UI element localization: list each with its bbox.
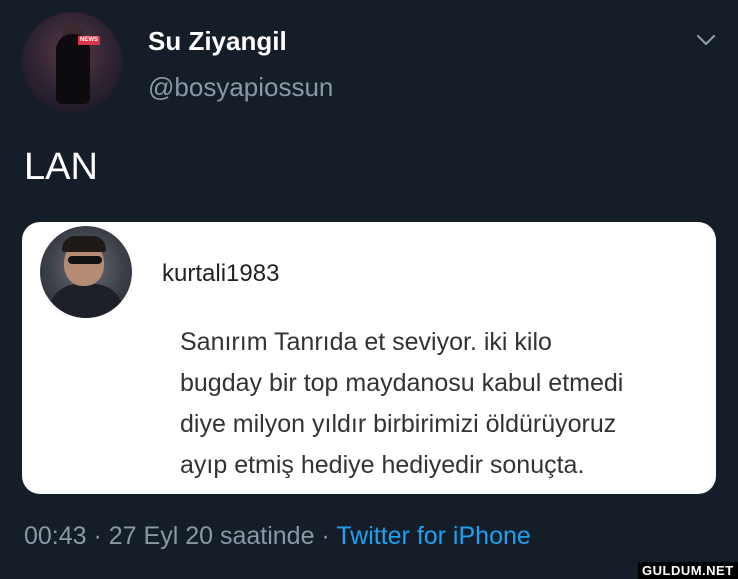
quoted-text-line: Sanırım Tanrıda et seviyor. iki kilo <box>180 328 552 356</box>
quoted-avatar-body <box>48 284 124 318</box>
author-avatar[interactable]: NEWS <box>22 12 122 112</box>
tweet-date[interactable]: 27 Eyl 20 saatinde <box>109 522 315 550</box>
author-handle[interactable]: @bosyapiossun <box>148 72 333 103</box>
quoted-text-line: diye milyon yıldır birbirimizi öldürüyor… <box>180 410 617 438</box>
tweet-text: LAN <box>24 146 98 188</box>
quoted-username: kurtali1983 <box>162 260 280 287</box>
chevron-down-icon[interactable] <box>694 30 718 50</box>
quoted-avatar <box>40 226 132 318</box>
quoted-post-image[interactable]: kurtali1983 Sanırım Tanrıda et seviyor. … <box>22 222 716 494</box>
quoted-avatar-hair <box>62 236 106 252</box>
meta-separator: · <box>86 522 109 550</box>
quoted-text-line: bugday bir top maydanosu kabul etmedi <box>180 369 624 397</box>
quoted-text: Sanırım Tanrıda et seviyor. iki kilo bug… <box>180 322 710 486</box>
tweet-time: 00:43 <box>24 522 87 550</box>
quoted-text-line: ayıp etmiş hediye hediyedir sonuçta. <box>180 451 585 479</box>
tweet-meta: 00:43 · 27 Eyl 20 saatinde · Twitter for… <box>24 522 531 551</box>
tweet-source-link[interactable]: Twitter for iPhone <box>336 522 531 550</box>
quoted-avatar-glasses <box>68 256 102 264</box>
meta-separator: · <box>314 522 337 550</box>
watermark: GULDUM.NET <box>638 562 738 579</box>
author-display-name[interactable]: Su Ziyangil <box>148 26 287 57</box>
avatar-news-badge: NEWS <box>78 36 100 45</box>
